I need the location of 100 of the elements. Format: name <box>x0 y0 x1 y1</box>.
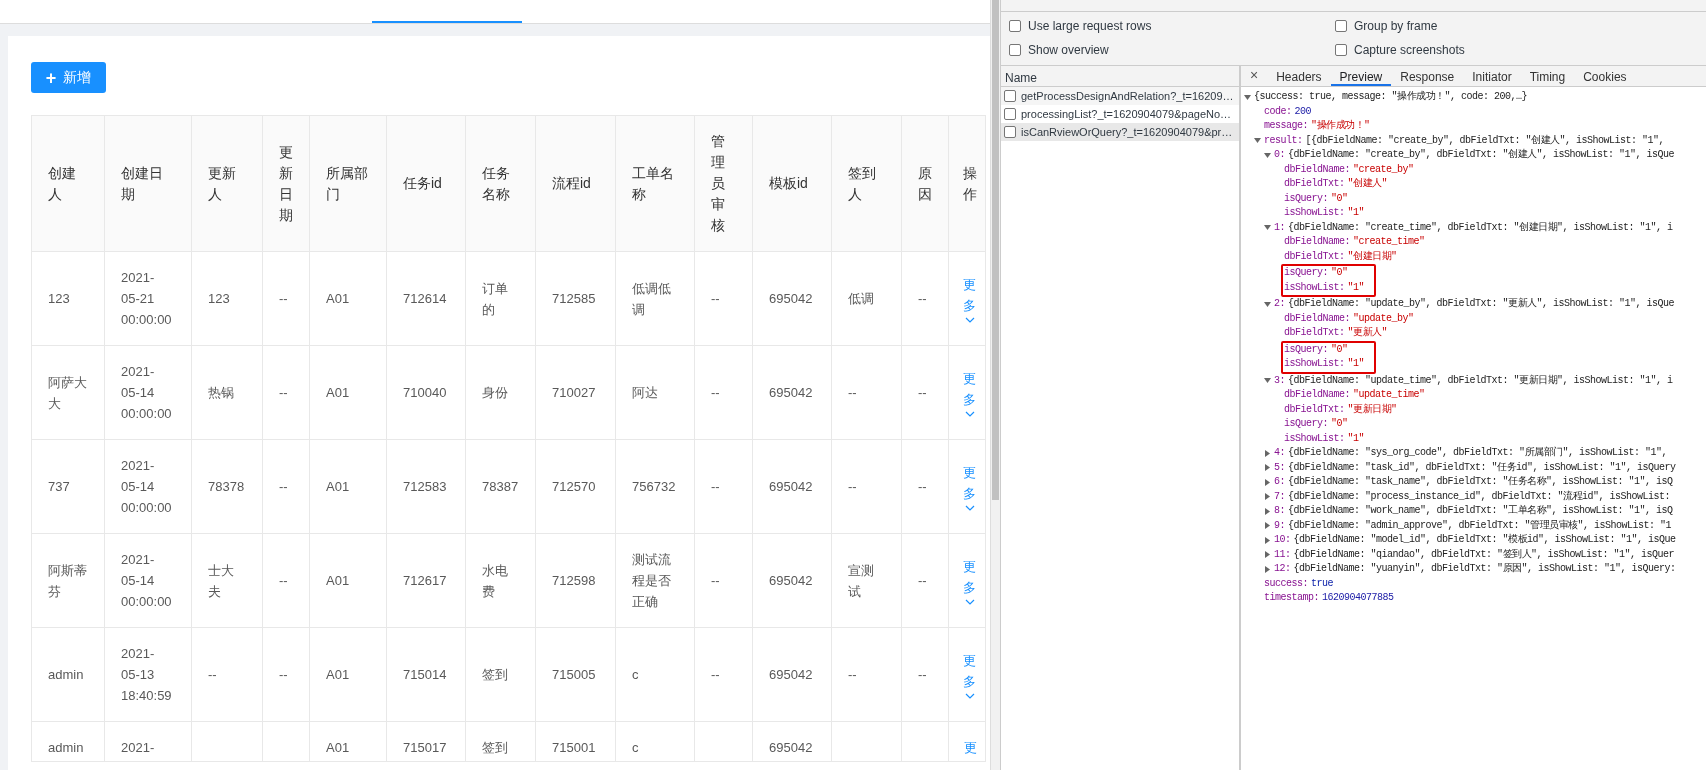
expand-arrow-icon[interactable] <box>1254 137 1261 145</box>
json-summary: {success: true, message: "操作成功！", code: 200,…} <box>1254 90 1528 104</box>
tab[interactable]: Response <box>1391 66 1464 86</box>
column-header: Name <box>1001 66 1239 87</box>
column-header: 更新人 <box>191 115 263 252</box>
collapsed-arrow-icon[interactable] <box>1264 536 1271 544</box>
collapsed-arrow-icon[interactable] <box>1264 493 1271 501</box>
expand-arrow-icon[interactable] <box>1244 93 1251 101</box>
table-cell: A01 <box>309 533 387 628</box>
json-value: "操作成功！" <box>1311 119 1370 133</box>
tab[interactable]: Cookies <box>1574 66 1636 86</box>
table-cell: 710027 <box>535 345 616 440</box>
tab[interactable]: Headers <box>1267 66 1331 86</box>
table-cell: 身份 <box>465 345 536 440</box>
json-key: 7: <box>1274 489 1285 504</box>
checkbox-option[interactable]: Capture screenshots <box>1335 41 1698 59</box>
json-value: "0" <box>1331 191 1348 206</box>
table-cell: 阿斯蒂芬 <box>31 533 105 628</box>
close-button[interactable]: × <box>1241 66 1268 86</box>
table-cell: 695042 <box>752 533 832 628</box>
expand-arrow-icon[interactable] <box>1264 300 1271 308</box>
json-value: "1" <box>1347 357 1365 371</box>
table-cell: -- <box>262 439 310 534</box>
collapsed-arrow-icon[interactable] <box>1264 478 1271 486</box>
tab[interactable]: Preview <box>1330 66 1392 86</box>
request-row[interactable]: getProcessDesignAndRelation?_t=16209… <box>1001 87 1239 105</box>
table-cell: -- <box>694 439 753 534</box>
table-cell: 715005 <box>535 627 616 722</box>
json-key: isQuery: <box>1284 191 1328 206</box>
json-key: dbFieldTxt: <box>1284 402 1345 417</box>
scrollbar-thumb[interactable] <box>992 0 999 500</box>
table-cell: -- <box>901 533 949 628</box>
collapsed-arrow-icon[interactable] <box>1264 464 1271 472</box>
json-key: isShowList: <box>1284 357 1345 372</box>
collapsed-arrow-icon[interactable] <box>1264 522 1271 530</box>
json-value: "更新日期" <box>1347 402 1397 417</box>
table-cell: 695042 <box>752 439 832 534</box>
expand-arrow-icon[interactable] <box>1264 377 1271 385</box>
json-key: 5: <box>1274 460 1285 475</box>
tab[interactable]: Initiator <box>1463 66 1521 86</box>
json-value: "update_by" <box>1353 311 1414 326</box>
table-cell: -- <box>901 251 949 346</box>
table-cell: 低调低调 <box>615 251 695 346</box>
request-row[interactable]: isCanRviewOrQuery?_t=1620904079&pr… <box>1001 123 1239 141</box>
table-cell: 2021- <box>104 721 192 762</box>
table-cell: 695042 <box>752 627 832 722</box>
table-cell: -- <box>694 251 753 346</box>
json-key: code: <box>1264 104 1292 119</box>
caret-icon <box>965 409 975 418</box>
table-cell: A01 <box>309 721 387 762</box>
tab[interactable]: Timing <box>1520 66 1575 86</box>
expand-arrow-icon[interactable] <box>1264 151 1271 159</box>
json-key: isShowList: <box>1284 280 1345 295</box>
caret-icon <box>965 503 975 512</box>
collapsed-arrow-icon[interactable] <box>1264 551 1271 559</box>
json-value: "1" <box>1347 431 1365 446</box>
collapsed-arrow-icon[interactable] <box>1264 507 1271 515</box>
table-cell: 123 <box>31 251 105 346</box>
table-cell: 2021-05-13 18:40:59 <box>104 627 192 722</box>
json-summary: {dbFieldName: "task_id", dbFieldTxt: "任务id", isShowList: "1", isQuery <box>1288 460 1676 475</box>
json-key: dbFieldName: <box>1284 388 1350 403</box>
collapsed-arrow-icon[interactable] <box>1264 449 1271 457</box>
table-cell: admin <box>31 721 105 762</box>
json-value: "创建人" <box>1347 177 1388 191</box>
table-cell: -- <box>694 627 753 722</box>
json-summary: {dbFieldName: "task_name", dbFieldTxt: "任务名称", isShowList: "1", isQ <box>1288 475 1673 489</box>
table-cell: 78378 <box>191 439 263 534</box>
checkbox-option[interactable]: Use large request rows <box>1009 17 1335 35</box>
table-cell: A01 <box>309 251 387 346</box>
json-key: dbFieldTxt: <box>1284 326 1345 341</box>
json-key: isQuery: <box>1284 266 1328 281</box>
table-cell: 78387 <box>465 439 536 534</box>
collapsed-arrow-icon[interactable] <box>1264 565 1271 573</box>
table-cell: 712570 <box>535 439 616 534</box>
table-cell: 测试流程是否正确 <box>615 533 695 628</box>
checkbox-option[interactable]: Group by frame <box>1335 17 1698 35</box>
table-cell: 阿达 <box>615 345 695 440</box>
table-cell: 2021-05-14 00:00:00 <box>104 439 192 534</box>
table-cell: 695042 <box>752 721 832 762</box>
json-key: success: <box>1264 576 1308 591</box>
json-summary: [{dbFieldName: "create_by", dbFieldTxt: "创建人", isShowList: "1", <box>1305 133 1665 148</box>
request-row[interactable]: processingList?_t=1620904079&pageNo… <box>1001 105 1239 123</box>
table-cell: 宣测试 <box>831 533 902 628</box>
column-header: 原因 <box>901 115 949 252</box>
json-key: isShowList: <box>1284 206 1345 221</box>
json-summary: {dbFieldName: "process_instance_id", dbFieldTxt: "流程id", isShowList: <box>1288 489 1671 504</box>
json-value: "update_time" <box>1353 388 1425 402</box>
json-value: "create_by" <box>1353 162 1414 177</box>
json-value: "1" <box>1347 206 1365 220</box>
table-cell: 士大夫 <box>191 533 263 628</box>
table-cell: 水电费 <box>465 533 536 628</box>
checkbox-option[interactable]: Show overview <box>1009 41 1335 59</box>
caret-icon <box>965 597 975 606</box>
table-cell: 712598 <box>535 533 616 628</box>
caret-icon <box>965 315 975 324</box>
scrollbar[interactable] <box>990 0 1000 770</box>
json-key: 0: <box>1274 148 1285 163</box>
table-cell: 2021-05-14 00:00:00 <box>104 345 192 440</box>
table-cell: 2021-05-14 00:00:00 <box>104 533 192 628</box>
expand-arrow-icon[interactable] <box>1264 224 1271 232</box>
